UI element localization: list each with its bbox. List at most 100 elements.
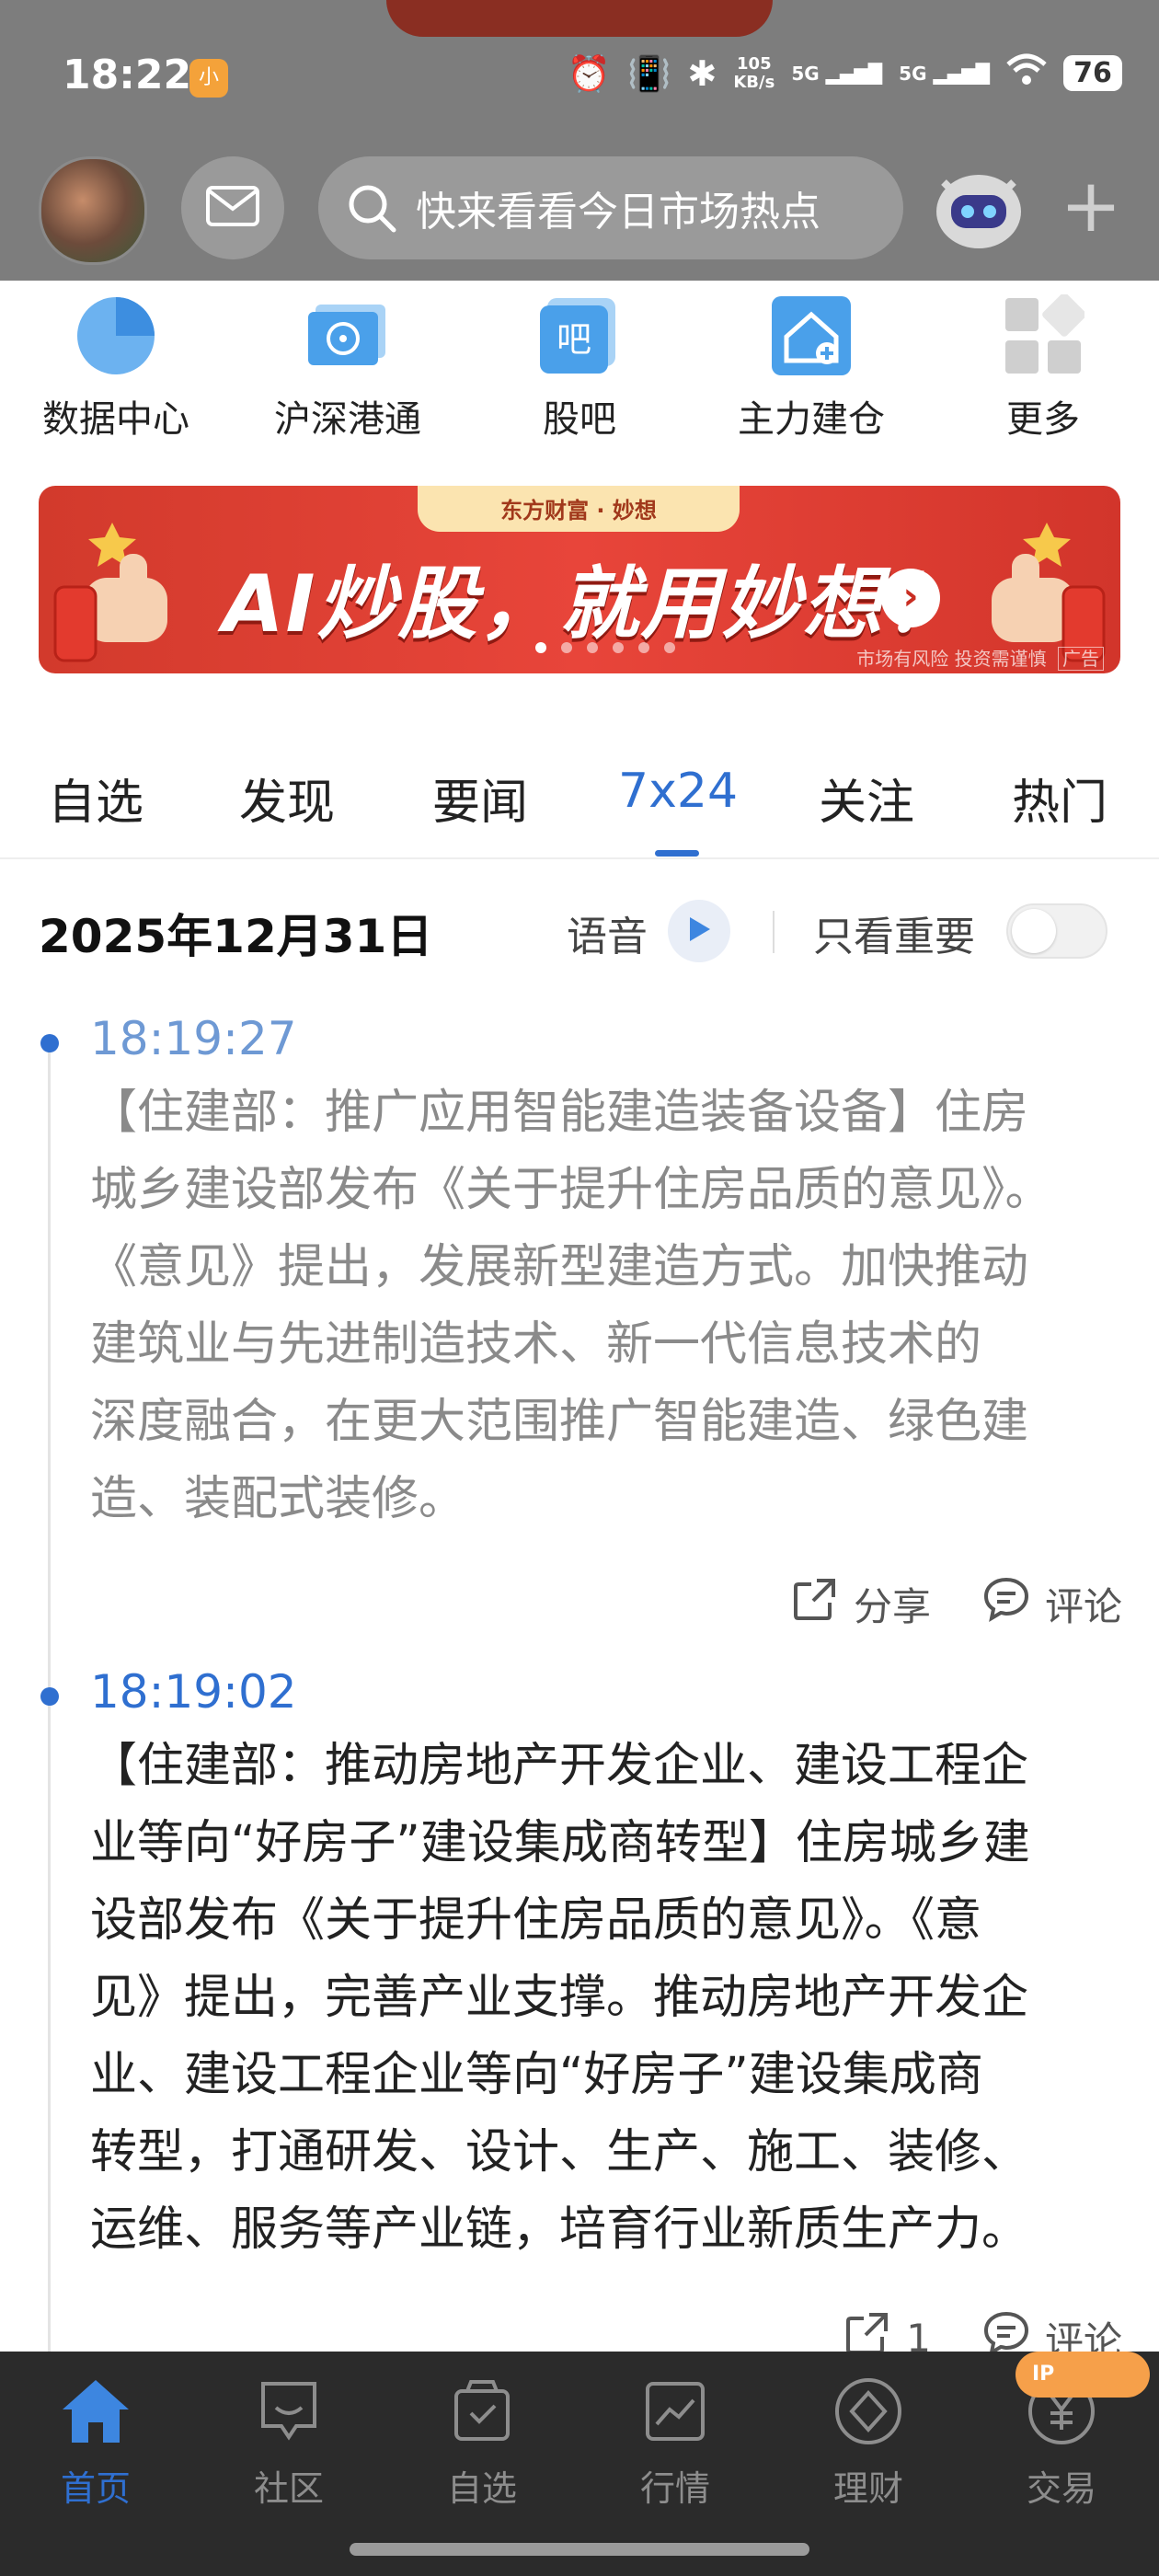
- news-time: 18:19:27: [90, 1012, 297, 1065]
- news-line: 业、建设工程企业等向“好房子”建设集成商: [90, 2048, 983, 2102]
- news-line: 运维、服务等产业链，培育行业新质生产力。: [90, 2202, 1029, 2257]
- share-icon: [791, 1575, 839, 1632]
- nav-label: 理财: [832, 2468, 903, 2509]
- home-indicator[interactable]: [350, 2543, 809, 2556]
- nav-label: 自选: [446, 2468, 517, 2509]
- nav-wealth[interactable]: 理财: [786, 2370, 951, 2511]
- battery-indicator: 76: [1063, 55, 1122, 91]
- banner-disclaimer: 市场有风险 投资需谨慎 广告: [856, 644, 1104, 671]
- important-only-toggle[interactable]: [1006, 903, 1107, 959]
- nav-community[interactable]: 社区: [206, 2370, 372, 2511]
- banner-dot: [613, 642, 624, 653]
- chat-bubble-icon: [247, 2370, 330, 2453]
- hk-flag-icon: [302, 290, 394, 382]
- tab-discover[interactable]: 发现: [239, 764, 335, 833]
- add-button[interactable]: +: [1058, 169, 1124, 243]
- bar-chat-icon: 吧: [534, 290, 625, 382]
- news-line: 深度融合，在更大范围推广智能建造、绿色建: [90, 1395, 1029, 1449]
- grid-more-icon: [997, 290, 1089, 382]
- quick-nav-label: 数据中心: [42, 398, 189, 441]
- banner-dot: [664, 642, 675, 653]
- promo-banner[interactable]: 东方财富 · 妙想 AI炒股，就用妙想！ 市场有风险 投资需谨慎 广告: [39, 486, 1120, 673]
- ad-label: 广告: [1058, 647, 1104, 671]
- nav-watchlist[interactable]: 自选: [399, 2370, 565, 2511]
- tab-hot[interactable]: 热门: [1012, 764, 1107, 833]
- nav-label: 社区: [253, 2468, 324, 2509]
- feed-date-row: 2025年12月31日 语音 只看重要: [0, 883, 1159, 975]
- tab-following[interactable]: 关注: [819, 764, 914, 833]
- banner-pagination: [535, 642, 675, 653]
- bag-check-icon: [441, 2370, 523, 2453]
- banner-dot: [638, 642, 649, 653]
- news-body: 【住建部：推广应用智能建造装备设备】住房 城乡建设部发布《关于提升住房品质的意见…: [90, 1075, 1130, 1538]
- quick-nav-stock-connect[interactable]: 沪深港通: [247, 281, 449, 443]
- net-speed: 105 KB/s: [733, 54, 775, 92]
- bluetooth-icon: ✱: [687, 52, 717, 94]
- search-icon: [344, 180, 399, 236]
- wifi-icon: [1006, 53, 1047, 93]
- search-placeholder: 快来看看今日市场热点: [416, 189, 820, 236]
- banner-dot: [561, 642, 572, 653]
- thumbs-up-icon: [48, 504, 195, 670]
- tab-7x24[interactable]: 7x24: [618, 764, 738, 819]
- comment-button[interactable]: 评论: [982, 1575, 1122, 1632]
- news-line: 【住建部：推动房地产开发企业、建设工程企: [90, 1739, 1029, 1793]
- message-button[interactable]: [181, 156, 284, 259]
- quick-nav-stock-bar[interactable]: 吧 股吧: [478, 281, 681, 443]
- banner-brand-text: 东方财富 · 妙想: [500, 497, 657, 523]
- quick-nav-label: 主力建仓: [738, 398, 885, 441]
- alarm-icon: ⏰: [567, 52, 612, 94]
- top-header: 18:22 小 ⏰ 📳 ✱ 105 KB/s 5G ▂▄▆█ 5G ▂▄▆█ 7…: [0, 0, 1159, 281]
- banner-dot: [535, 642, 546, 653]
- net-speed-unit: KB/s: [733, 72, 775, 92]
- quick-nav-more[interactable]: 更多: [942, 281, 1144, 443]
- banner-arrow-icon[interactable]: ›: [881, 569, 940, 627]
- vibrate-icon: 📳: [627, 52, 671, 94]
- quick-nav-label: 更多: [1006, 398, 1080, 441]
- divider: [773, 911, 775, 953]
- feed-date: 2025年12月31日: [39, 910, 433, 963]
- news-line: 城乡建设部发布《关于提升住房品质的意见》。: [90, 1163, 1052, 1217]
- news-line: 业等向“好房子”建设集成商转型】住房城乡建: [90, 1816, 1030, 1870]
- news-line: 见》提出，完善产业支撑。推动房地产开发企: [90, 1971, 1029, 2025]
- signal-1-label: 5G: [791, 62, 820, 85]
- feed-tabs: 自选 发现 要闻 7x24 关注 热门: [0, 754, 1159, 859]
- news-line: 转型，打通研发、设计、生产、施工、装修、: [90, 2125, 1029, 2179]
- banner-brand-tag: 东方财富 · 妙想: [418, 486, 740, 532]
- quick-nav-label: 沪深港通: [274, 398, 421, 441]
- search-input[interactable]: 快来看看今日市场热点: [318, 156, 903, 259]
- trade-badge[interactable]: IP: [1016, 2352, 1150, 2398]
- banner-disclaimer-text: 市场有风险 投资需谨慎: [856, 648, 1047, 670]
- signal-2: 5G ▂▄▆█: [899, 62, 990, 85]
- signal-2-label: 5G: [899, 62, 927, 85]
- banner-title: AI炒股，就用妙想！: [223, 558, 965, 650]
- nav-label: 行情: [639, 2468, 710, 2509]
- active-tab-indicator: [655, 850, 699, 857]
- quick-nav-label: 股吧: [543, 398, 616, 441]
- user-avatar[interactable]: [39, 156, 147, 265]
- ai-assistant-robot-icon[interactable]: [925, 155, 1032, 261]
- home-icon: [54, 2370, 137, 2453]
- comment-icon: [982, 1575, 1030, 1632]
- quick-nav-main-force[interactable]: 主力建仓: [710, 281, 912, 443]
- timeline-dot: [40, 1034, 59, 1052]
- nav-home[interactable]: 首页: [13, 2370, 178, 2511]
- news-line: 《意见》提出，发展新型建造方式。加快推动: [90, 1240, 1029, 1294]
- tab-watchlist[interactable]: 自选: [48, 764, 143, 833]
- nav-market[interactable]: 行情: [592, 2370, 758, 2511]
- share-button[interactable]: 分享: [791, 1575, 931, 1632]
- pie-chart-icon: [70, 290, 162, 382]
- voice-play-button[interactable]: [668, 900, 730, 962]
- quick-nav-data-center[interactable]: 数据中心: [15, 281, 217, 443]
- ad-peek-strip: [386, 0, 773, 37]
- comment-label: 评论: [1044, 1583, 1122, 1629]
- banner-dot: [587, 642, 598, 653]
- tab-headlines[interactable]: 要闻: [432, 764, 528, 833]
- news-line: 设部发布《关于提升住房品质的意见》。《意: [90, 1893, 982, 1948]
- signal-1: 5G ▂▄▆█: [791, 62, 883, 85]
- nav-label: 首页: [60, 2468, 131, 2509]
- timeline-dot: [40, 1687, 59, 1706]
- news-line: 造、装配式装修。: [90, 1472, 466, 1526]
- news-time: 18:19:02: [90, 1665, 297, 1719]
- quick-nav: 数据中心 沪深港通 吧 股吧 主力建仓 更多: [0, 281, 1159, 446]
